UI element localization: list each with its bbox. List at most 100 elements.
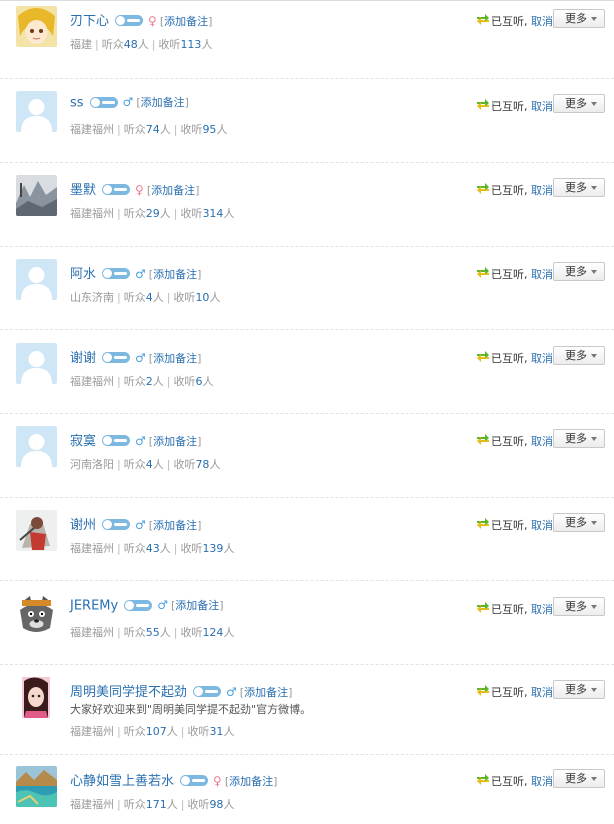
listeners-count[interactable]: 107 bbox=[146, 725, 167, 738]
avatar[interactable] bbox=[16, 175, 57, 216]
user-stats: 福建福州 | 听众107人 | 收听31人 bbox=[70, 725, 235, 738]
chevron-down-icon bbox=[591, 270, 597, 274]
vip-level-icon[interactable] bbox=[102, 435, 131, 446]
following-count[interactable]: 78 bbox=[195, 458, 209, 471]
listeners-count[interactable]: 2 bbox=[146, 375, 153, 388]
listeners-count[interactable]: 55 bbox=[146, 626, 160, 639]
listeners-count[interactable]: 48 bbox=[124, 38, 138, 51]
more-button[interactable]: 更多 bbox=[553, 680, 605, 699]
vip-level-icon[interactable] bbox=[102, 184, 131, 195]
add-remark-link[interactable]: [添加备注] bbox=[147, 182, 200, 198]
vip-level-icon[interactable] bbox=[102, 519, 131, 530]
cancel-follow-link[interactable]: 取消 bbox=[531, 686, 553, 699]
avatar[interactable] bbox=[16, 510, 57, 551]
user-name-line: 寂寞 ♂ [添加备注] bbox=[70, 430, 201, 450]
avatar[interactable] bbox=[16, 766, 57, 807]
user-name-link[interactable]: 阿水 bbox=[70, 267, 96, 282]
cancel-follow-link[interactable]: 取消 bbox=[531, 519, 553, 532]
cancel-follow-link[interactable]: 取消 bbox=[531, 184, 553, 197]
more-button[interactable]: 更多 bbox=[553, 597, 605, 616]
add-remark-link[interactable]: [添加备注] bbox=[160, 13, 213, 29]
cancel-follow-link[interactable]: 取消 bbox=[531, 100, 553, 113]
more-button[interactable]: 更多 bbox=[553, 769, 605, 788]
vip-level-icon[interactable] bbox=[115, 15, 144, 26]
add-remark-link[interactable]: [添加备注] bbox=[149, 350, 202, 366]
cancel-follow-link[interactable]: 取消 bbox=[531, 268, 553, 281]
chevron-down-icon bbox=[591, 777, 597, 781]
add-remark-link[interactable]: [添加备注] bbox=[225, 773, 278, 789]
vip-level-icon[interactable] bbox=[89, 96, 118, 108]
following-count[interactable]: 10 bbox=[195, 291, 209, 304]
user-name-link[interactable]: 周明美同学提不起劲 bbox=[70, 685, 187, 700]
add-remark-link[interactable]: [添加备注] bbox=[136, 94, 189, 110]
avatar[interactable] bbox=[16, 259, 57, 300]
user-name-link[interactable]: 寂寞 bbox=[70, 434, 96, 449]
location: 福建福州 bbox=[70, 123, 114, 136]
unit: 人 bbox=[223, 725, 235, 738]
more-button[interactable]: 更多 bbox=[553, 346, 605, 365]
avatar[interactable] bbox=[16, 91, 57, 132]
listeners-count[interactable]: 4 bbox=[146, 458, 153, 471]
add-remark-link[interactable]: [添加备注] bbox=[149, 266, 202, 282]
avatar[interactable] bbox=[16, 677, 57, 718]
user-name-link[interactable]: 心静如雪上善若水 bbox=[70, 774, 174, 789]
unit: 人 bbox=[159, 542, 171, 555]
mutual-label: 已互听, bbox=[491, 603, 528, 616]
add-remark-link[interactable]: [添加备注] bbox=[149, 517, 202, 533]
male-icon: ♂ bbox=[135, 433, 146, 448]
listeners-label: 听众 bbox=[123, 123, 146, 136]
listeners-count[interactable]: 171 bbox=[146, 798, 167, 811]
user-name-link[interactable]: 谢谢 bbox=[70, 351, 96, 366]
following-count[interactable]: 95 bbox=[202, 123, 216, 136]
more-button[interactable]: 更多 bbox=[553, 178, 605, 197]
following-count[interactable]: 139 bbox=[202, 542, 223, 555]
user-name-link[interactable]: 墨默 bbox=[70, 183, 96, 198]
following-count[interactable]: 113 bbox=[180, 38, 201, 51]
mutual-follow-status: 已互听, 取消 bbox=[476, 517, 553, 533]
following-count[interactable]: 98 bbox=[209, 798, 223, 811]
avatar[interactable] bbox=[16, 594, 57, 635]
unit: 人 bbox=[159, 626, 171, 639]
listeners-count[interactable]: 43 bbox=[146, 542, 160, 555]
more-button[interactable]: 更多 bbox=[553, 94, 605, 113]
avatar[interactable] bbox=[16, 426, 57, 467]
more-button[interactable]: 更多 bbox=[553, 262, 605, 281]
location: 福建福州 bbox=[70, 798, 114, 811]
avatar[interactable] bbox=[16, 343, 57, 384]
avatar[interactable] bbox=[16, 6, 57, 47]
cancel-follow-link[interactable]: 取消 bbox=[531, 775, 553, 788]
vip-level-icon[interactable] bbox=[102, 268, 131, 279]
following-count[interactable]: 314 bbox=[202, 207, 223, 220]
listeners-count[interactable]: 74 bbox=[146, 123, 160, 136]
user-name-link[interactable]: 谢州 bbox=[70, 518, 96, 533]
listeners-label: 听众 bbox=[123, 725, 146, 738]
more-button[interactable]: 更多 bbox=[553, 513, 605, 532]
mutual-follow-icon bbox=[476, 518, 490, 532]
vip-level-icon[interactable] bbox=[180, 775, 209, 786]
listeners-count[interactable]: 4 bbox=[146, 291, 153, 304]
row-divider bbox=[0, 580, 614, 581]
vip-level-icon[interactable] bbox=[102, 352, 131, 363]
user-name-link[interactable]: JEREMy bbox=[70, 599, 118, 614]
more-button[interactable]: 更多 bbox=[553, 9, 605, 28]
add-remark-link[interactable]: [添加备注] bbox=[171, 597, 224, 613]
user-name-link[interactable]: 刃下心 bbox=[70, 14, 109, 29]
add-remark-link[interactable]: [添加备注] bbox=[149, 433, 202, 449]
following-count[interactable]: 31 bbox=[209, 725, 223, 738]
more-label: 更多 bbox=[565, 432, 587, 445]
mutual-label: 已互听, bbox=[491, 775, 528, 788]
user-name-link[interactable]: ss bbox=[70, 96, 84, 111]
more-label: 更多 bbox=[565, 265, 587, 278]
vip-level-icon[interactable] bbox=[124, 599, 153, 611]
cancel-follow-link[interactable]: 取消 bbox=[531, 603, 553, 616]
cancel-follow-link[interactable]: 取消 bbox=[531, 435, 553, 448]
more-button[interactable]: 更多 bbox=[553, 429, 605, 448]
vip-level-icon[interactable] bbox=[193, 686, 222, 697]
location: 河南洛阳 bbox=[70, 458, 114, 471]
cancel-follow-link[interactable]: 取消 bbox=[531, 15, 553, 28]
following-count[interactable]: 124 bbox=[202, 626, 223, 639]
listeners-count[interactable]: 29 bbox=[146, 207, 160, 220]
add-remark-link[interactable]: [添加备注] bbox=[240, 684, 293, 700]
cancel-follow-link[interactable]: 取消 bbox=[531, 352, 553, 365]
user-stats: 福建福州 | 听众74人 | 收听95人 bbox=[70, 123, 228, 136]
